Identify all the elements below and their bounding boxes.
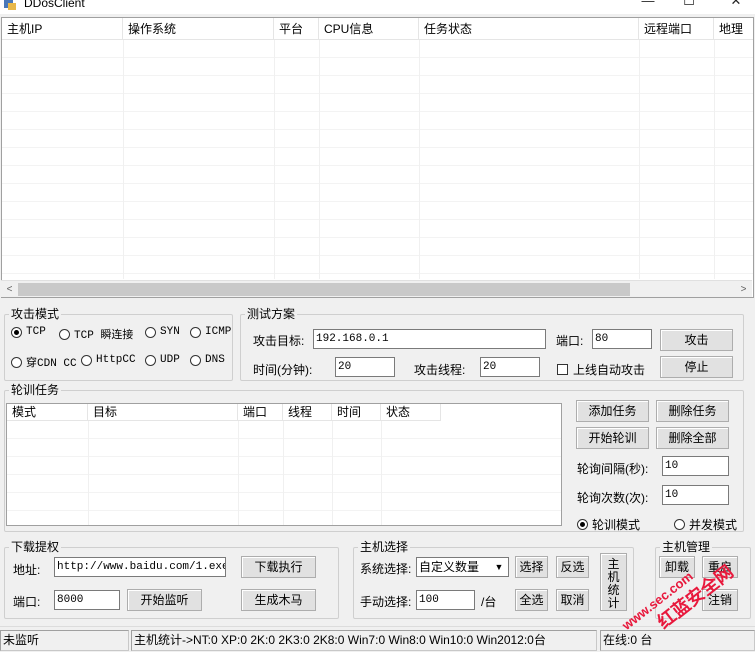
host-select-title: 主机选择 [358, 540, 411, 554]
manual-count-input[interactable]: 100 [416, 590, 475, 610]
host-list[interactable]: 主机IP 操作系统 平台 CPU信息 任务状态 远程端口 地理 [1, 17, 754, 298]
task-column-port[interactable]: 端口 [238, 404, 283, 421]
generate-trojan-button[interactable]: 生成木马 [241, 589, 316, 611]
attack-button[interactable]: 攻击 [660, 329, 733, 351]
add-task-button[interactable]: 添加任务 [576, 400, 649, 422]
interval-input[interactable]: 10 [662, 456, 729, 476]
target-input[interactable]: 192.168.0.1 [313, 329, 546, 349]
column-header-remote-port[interactable]: 远程端口 [639, 18, 714, 40]
scrollbar-thumb[interactable] [18, 283, 630, 296]
radio-dns[interactable]: DNS [190, 354, 225, 366]
radio-http-cc[interactable]: HttpCC [81, 354, 136, 366]
interval-label: 轮询间隔(秒): [577, 462, 649, 476]
target-label: 攻击目标: [253, 334, 305, 348]
maximize-button[interactable]: ☐ [679, 0, 699, 9]
system-select-label: 系统选择: [360, 562, 412, 576]
cancel-selection-button[interactable]: 取消 [556, 589, 589, 611]
radio-tcp-quick[interactable]: TCP 瞬连接 [59, 326, 133, 342]
column-header-host-ip[interactable]: 主机IP [2, 18, 123, 40]
threads-label: 攻击线程: [414, 363, 466, 377]
uninstall-button[interactable]: 卸载 [659, 556, 695, 578]
radio-rotation-mode[interactable]: 轮训模式 [577, 516, 640, 533]
host-list-body [2, 40, 753, 279]
download-execute-button[interactable]: 下载执行 [241, 556, 316, 578]
url-label: 地址: [13, 563, 41, 577]
minimize-button[interactable]: — [638, 0, 658, 9]
status-bar: 未监听 主机统计->NT:0 XP:0 2K:0 2K3:0 2K8:0 Win… [0, 626, 755, 652]
auto-attack-checkbox-box [557, 364, 568, 375]
scroll-right-icon[interactable]: > [735, 281, 752, 298]
system-select-value: 自定义数量 [419, 560, 480, 574]
download-title: 下载提权 [9, 540, 62, 554]
unit-label: /台 [481, 595, 497, 609]
delete-all-button[interactable]: 删除全部 [656, 427, 729, 449]
count-label: 轮询次数(次): [577, 491, 649, 505]
invert-selection-button[interactable]: 反选 [556, 556, 589, 578]
task-column-threads[interactable]: 线程 [283, 404, 332, 421]
select-button[interactable]: 选择 [515, 556, 548, 578]
host-manage-title: 主机管理 [660, 540, 713, 554]
stop-button[interactable]: 停止 [660, 356, 733, 378]
host-stats-button[interactable]: 主机统计 [600, 553, 627, 611]
online-status: 在线:0 台 [600, 630, 755, 651]
radio-parallel-mode[interactable]: 并发模式 [674, 516, 737, 533]
start-listen-button[interactable]: 开始监听 [127, 589, 202, 611]
listen-port-label: 端口: [13, 595, 41, 609]
listen-port-input[interactable]: 8000 [54, 590, 120, 610]
time-label: 时间(分钟): [253, 363, 313, 377]
column-header-cpu[interactable]: CPU信息 [319, 18, 419, 40]
manual-select-label: 手动选择: [360, 595, 412, 609]
select-all-button[interactable]: 全选 [515, 589, 548, 611]
radio-tcp[interactable]: TCP [11, 326, 46, 338]
close-button[interactable]: ✕ [726, 0, 746, 9]
task-column-status[interactable]: 状态 [381, 404, 441, 421]
radio-tcp-indicator [11, 326, 22, 338]
scroll-left-icon[interactable]: < [1, 281, 18, 298]
column-header-geo[interactable]: 地理 [714, 18, 753, 40]
app-icon [4, 0, 16, 10]
count-input[interactable]: 10 [662, 485, 729, 505]
auto-attack-checkbox[interactable]: 上线自动攻击 [557, 361, 645, 378]
task-list-body [7, 421, 561, 525]
column-header-platform[interactable]: 平台 [274, 18, 319, 40]
host-list-header: 主机IP 操作系统 平台 CPU信息 任务状态 远程端口 地理 [2, 18, 753, 40]
time-input[interactable]: 20 [335, 357, 395, 377]
test-plan-title: 测试方案 [245, 307, 298, 321]
task-column-mode[interactable]: 模式 [7, 404, 88, 421]
system-select-dropdown[interactable]: 自定义数量 ▼ [416, 557, 509, 577]
task-list-header: 模式 目标 端口 线程 时间 状态 [7, 404, 441, 421]
attack-mode-title: 攻击模式 [9, 307, 62, 321]
threads-input[interactable]: 20 [480, 357, 540, 377]
url-input[interactable]: http://www.baidu.com/1.exe [54, 557, 226, 577]
port-input[interactable]: 80 [592, 329, 652, 349]
delete-task-button[interactable]: 删除任务 [656, 400, 729, 422]
window-title: DDosClient [24, 0, 85, 10]
title-bar: DDosClient — ☐ ✕ [0, 0, 755, 14]
task-list[interactable]: 模式 目标 端口 线程 时间 状态 [6, 403, 562, 526]
task-column-time[interactable]: 时间 [332, 404, 381, 421]
restart-button[interactable]: 重启 [702, 556, 738, 578]
radio-udp[interactable]: UDP [145, 354, 180, 366]
port-label: 端口: [556, 334, 584, 348]
host-list-horizontal-scrollbar[interactable]: < > [1, 280, 752, 297]
column-header-task-status[interactable]: 任务状态 [419, 18, 639, 40]
listen-status: 未监听 [0, 630, 129, 651]
task-column-target[interactable]: 目标 [88, 404, 238, 421]
logout-button[interactable]: 注销 [702, 589, 738, 611]
attack-mode-group: 攻击模式 [4, 307, 233, 381]
radio-cdn-cc[interactable]: 穿CDN CC [11, 354, 77, 370]
column-header-os[interactable]: 操作系统 [123, 18, 274, 40]
rotation-task-title: 轮训任务 [9, 383, 62, 397]
radio-syn[interactable]: SYN [145, 326, 180, 338]
chevron-down-icon: ▼ [494, 562, 504, 572]
host-stats-status: 主机统计->NT:0 XP:0 2K:0 2K3:0 2K8:0 Win7:0 … [131, 630, 597, 651]
radio-icmp[interactable]: ICMP [190, 326, 231, 338]
start-rotation-button[interactable]: 开始轮训 [576, 427, 649, 449]
